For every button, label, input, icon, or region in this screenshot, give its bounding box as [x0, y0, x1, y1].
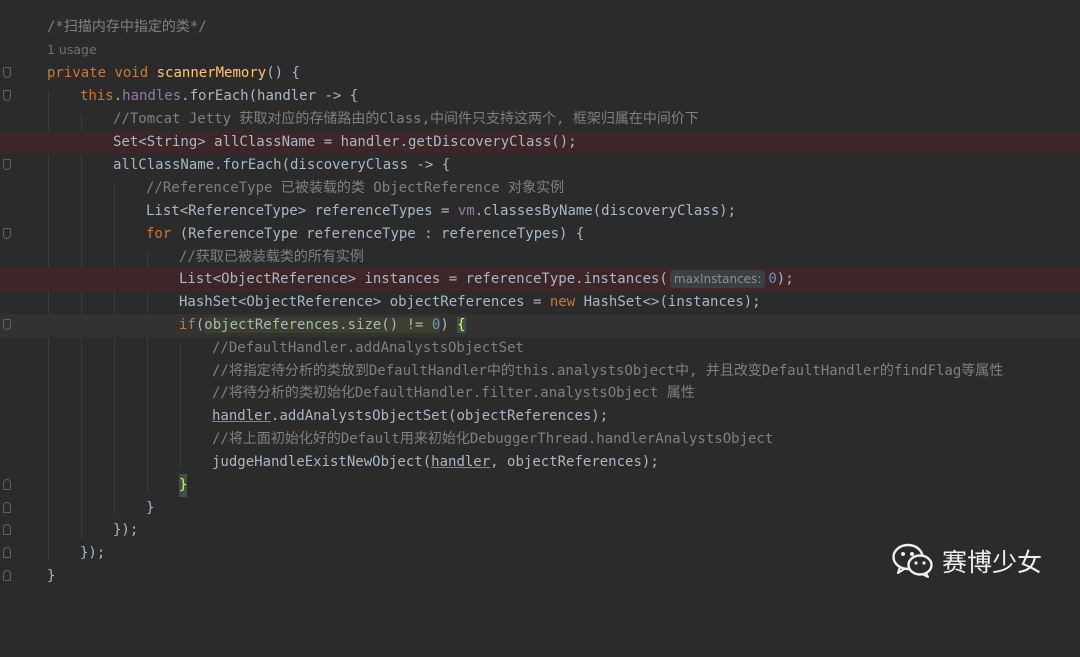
keyword: private [47, 65, 107, 81]
code-line[interactable]: //Tomcat Jetty 获取对应的存储路由的Class,中间件只支持这两个… [0, 108, 1080, 131]
code-text: .classesByName(discoveryClass); [474, 203, 737, 219]
variable-reference: handler [212, 408, 272, 424]
code-line[interactable]: List<ReferenceType> referenceTypes = vm.… [0, 200, 1080, 223]
comment-text: //DefaultHandler.addAnalystsObjectSet [212, 340, 524, 356]
fold-close-icon[interactable] [3, 547, 11, 558]
code-text: , objectReferences); [490, 454, 659, 470]
code-line-error[interactable]: List<ObjectReference> instances = refere… [0, 268, 1080, 291]
code-text: this.handles.forEach(handler -> { [80, 85, 358, 108]
comment-text: //Tomcat Jetty 获取对应的存储路由的Class,中间件只支持这两个… [113, 111, 699, 127]
keyword: for [146, 226, 172, 242]
code-text: List<ReferenceType> referenceTypes = [146, 203, 458, 219]
code-text: ); [776, 271, 794, 287]
usage-hint-line[interactable]: 1 usage [0, 40, 1080, 60]
keyword: new [549, 294, 576, 310]
usage-link[interactable]: 1 usage [47, 40, 97, 63]
comment-text: /*扫描内存中指定的类*/ [47, 19, 207, 35]
field-name: vm [457, 203, 475, 219]
code-text: . [113, 88, 123, 104]
code-line[interactable]: //ReferenceType 已被装载的类 ObjectReference 对… [0, 177, 1080, 200]
code-text: objectReferences.size() != [204, 317, 432, 333]
fold-close-icon[interactable] [3, 524, 11, 535]
fold-close-icon[interactable] [3, 570, 11, 581]
signature-tail: () { [266, 65, 300, 81]
keyword: if [179, 317, 196, 333]
code-line[interactable]: //获取已被装载类的所有实例 [0, 246, 1080, 269]
code-text: allClassName.forEach(discoveryClass -> { [113, 157, 451, 173]
comment-text: //将待分析的类初始化DefaultHandler.filter.analyst… [212, 385, 695, 401]
code-text: handler.addAnalystsObjectSet(objectRefer… [212, 405, 608, 428]
fold-open-icon[interactable] [3, 90, 11, 101]
code-text: HashSet<ObjectReference> objectReference… [179, 291, 761, 314]
watermark-text: 赛博少女 [941, 548, 1042, 577]
code-line[interactable]: //将上面初始化好的Default用来初始化DebuggerThread.han… [0, 428, 1080, 451]
code-text: judgeHandleExistNewObject(handler, objec… [212, 451, 659, 474]
watermark: 赛博少女 [892, 541, 1042, 581]
code-editor[interactable]: /*扫描内存中指定的类*/ 1 usage private void scann… [0, 0, 1080, 611]
comment-text: //ReferenceType 已被装载的类 ObjectReference 对… [146, 180, 565, 196]
code-line[interactable]: private void scannerMemory() { [0, 62, 1080, 85]
code-line[interactable]: //将待分析的类初始化DefaultHandler.filter.analyst… [0, 382, 1080, 405]
code-text: .forEach(handler -> { [181, 88, 359, 104]
code-text: ) [440, 317, 458, 333]
code-line[interactable]: handler.addAnalystsObjectSet(objectRefer… [0, 405, 1080, 428]
fold-open-icon[interactable] [3, 159, 11, 170]
code-line[interactable]: //DefaultHandler.addAnalystsObjectSet [0, 337, 1080, 360]
code-text: }); [113, 522, 139, 538]
comment-text: //将上面初始化好的Default用来初始化DebuggerThread.han… [212, 431, 774, 447]
code-text: (ReferenceType referenceType : reference… [171, 226, 585, 242]
method-name: scannerMemory [156, 65, 267, 81]
code-line[interactable]: allClassName.forEach(discoveryClass -> { [0, 154, 1080, 177]
matched-brace: } [179, 474, 188, 497]
keyword: void [114, 65, 149, 81]
code-text: for (ReferenceType referenceType : refer… [146, 223, 584, 246]
code-text: } [47, 568, 56, 584]
code-line[interactable]: this.handles.forEach(handler -> { [0, 85, 1080, 108]
method-signature: private void scannerMemory() { [47, 62, 300, 85]
code-line[interactable]: } [0, 474, 1080, 497]
code-line[interactable]: for (ReferenceType referenceType : refer… [0, 223, 1080, 246]
fold-open-icon[interactable] [3, 67, 11, 78]
comment-text: //将指定待分析的类放到DefaultHandler中的this.analyst… [212, 363, 1004, 379]
wechat-icon [892, 543, 933, 578]
code-line[interactable]: HashSet<ObjectReference> objectReference… [0, 291, 1080, 314]
code-text: List<ObjectReference> instances = refere… [179, 268, 794, 291]
code-line[interactable]: /*扫描内存中指定的类*/ [0, 16, 1080, 39]
number-literal: 0 [768, 271, 777, 287]
fold-open-icon[interactable] [3, 319, 11, 330]
code-text: .addAnalystsObjectSet(objectReferences); [271, 408, 609, 424]
code-text: Set<String> allClassName = handler.getDi… [113, 134, 577, 150]
code-text: }); [80, 545, 106, 561]
selection-highlight: objectReferences.size() != 0 [204, 317, 441, 333]
comment-text: //获取已被装载类的所有实例 [179, 249, 364, 265]
code-text: HashSet<ObjectReference> objectReference… [179, 294, 550, 310]
code-line-current[interactable]: if(objectReferences.size() != 0) { [0, 314, 1080, 337]
fold-close-icon[interactable] [3, 502, 11, 513]
code-text: } [146, 500, 155, 516]
code-line[interactable]: judgeHandleExistNewObject(handler, objec… [0, 451, 1080, 474]
code-text: List<ReferenceType> referenceTypes = vm.… [146, 200, 736, 223]
matched-brace: { [457, 317, 466, 333]
code-line[interactable]: } [0, 497, 1080, 520]
fold-open-icon[interactable] [3, 228, 11, 239]
parameter-hint: maxInstances: [669, 270, 766, 288]
code-text: HashSet<>(instances); [575, 294, 761, 310]
variable-reference: handler [431, 454, 491, 470]
code-text: List<ObjectReference> instances = refere… [179, 271, 668, 287]
code-text: if(objectReferences.size() != 0) { [179, 314, 466, 337]
code-line[interactable]: }); [0, 519, 1080, 542]
keyword: this [80, 88, 114, 104]
code-line[interactable]: //将指定待分析的类放到DefaultHandler中的this.analyst… [0, 360, 1080, 383]
field-name: handles [122, 88, 182, 104]
fold-close-icon[interactable] [3, 479, 11, 490]
code-text: judgeHandleExistNewObject( [212, 454, 432, 470]
code-line-error[interactable]: Set<String> allClassName = handler.getDi… [0, 131, 1080, 154]
